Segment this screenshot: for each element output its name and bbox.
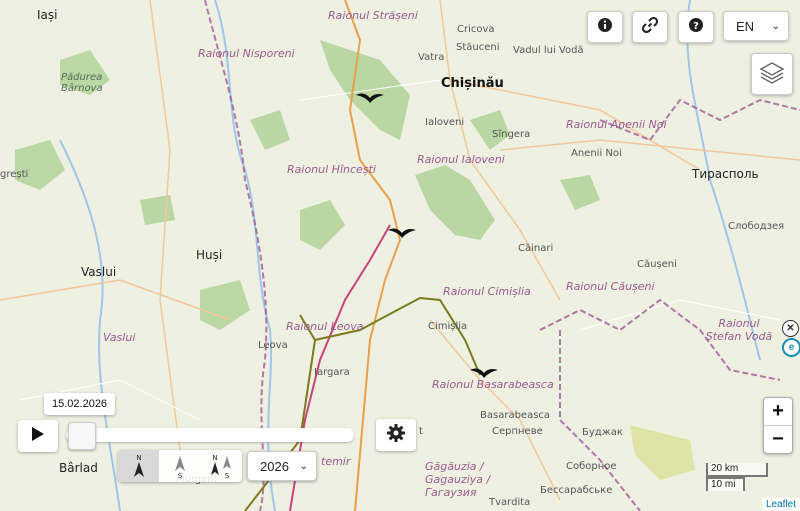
scale-metric: 20 km	[706, 463, 768, 477]
map-label-tvardita: Tvardita	[489, 497, 531, 508]
direction-south-button[interactable]: S	[159, 450, 200, 482]
link-icon	[641, 16, 659, 38]
map-label-barlad: Bârlad	[59, 461, 98, 475]
map-label-cimislia: Cimișlia	[428, 321, 468, 332]
gear-icon	[386, 423, 406, 448]
svg-text:N: N	[136, 454, 141, 462]
map-label-raionul-straseni: Raionul Strășeni	[328, 9, 418, 22]
zoom-control: + −	[763, 397, 793, 454]
map-label-iasi: Iași	[37, 8, 58, 22]
map-label-vaslui-county: Vaslui	[103, 331, 136, 344]
map-label-stauceni: Stăuceni	[456, 42, 500, 53]
map-label-raionul-basarabeasca: Raionul Basarabeasca	[432, 378, 554, 391]
direction-north-button[interactable]: N	[118, 450, 160, 482]
layers-button[interactable]	[751, 53, 793, 95]
help-button[interactable]: ?	[678, 11, 714, 43]
map-label-raionul-leova: Raionul Leova	[286, 320, 364, 333]
map-label-besarabske: Бессарабське	[540, 485, 613, 496]
current-date-label: 15.02.2026	[44, 393, 116, 415]
chevron-down-icon: ⌄	[771, 20, 780, 32]
map-label-raionul-causeni: Raionul Căușeni	[566, 280, 655, 293]
link-button[interactable]	[632, 11, 668, 43]
info-icon	[597, 17, 613, 38]
settings-button[interactable]	[376, 419, 416, 451]
map-label-leova: Leova	[258, 340, 288, 351]
map-label-husi: Huși	[196, 248, 223, 262]
direction-toggle-group: N S NS	[118, 450, 242, 482]
info-button[interactable]	[587, 11, 623, 43]
scale-bar: 20 km 10 mi	[706, 463, 768, 491]
map-label-gresti: grești	[0, 169, 29, 180]
play-icon	[31, 426, 45, 447]
svg-text:N: N	[213, 454, 218, 462]
map-label-cantemir: temir	[321, 455, 351, 468]
map-label-basarabeasca: Basarabeasca	[480, 410, 551, 421]
map-label-raionul-anenii-noi: Raionul Anenii Noi	[566, 118, 667, 131]
map-label-iargara: Iargara	[314, 367, 350, 378]
help-icon: ?	[688, 17, 704, 38]
year-select[interactable]: 2026 ⌄	[247, 451, 317, 481]
direction-both-button[interactable]: NS	[201, 450, 242, 482]
map-label-sobornoe: Соборное	[566, 461, 617, 472]
map-label-anenii-noi: Anenii Noi	[571, 148, 622, 159]
language-value: EN	[736, 18, 755, 34]
year-value: 2026	[260, 458, 289, 474]
map-label-vadul-lui-voda: Vadul lui Vodă	[513, 45, 584, 56]
map-label-chisinau: Chișinău	[441, 76, 504, 91]
play-button[interactable]	[18, 420, 58, 452]
chevron-down-icon: ⌄	[299, 460, 308, 472]
map-label-raionul-hincesti: Raionul Hîncești	[287, 163, 376, 176]
layers-icon	[759, 59, 785, 90]
map-label-padurea-barnova: Pădurea Bârnova	[61, 72, 103, 94]
map-label-tiraspol: Тирасполь	[692, 167, 759, 181]
e-badge-icon[interactable]: e	[782, 338, 800, 357]
map-label-cainari: Căinari	[518, 243, 554, 254]
map-label-causeni: Căușeni	[637, 259, 677, 270]
map-label-budzhak: Буджак	[582, 427, 623, 438]
timeline-slider-handle[interactable]	[68, 422, 96, 450]
map-label-gagauzia: Găgăuzia / Gagauziya / Гагаузия	[425, 460, 491, 499]
map-label-sernevo: Серпневе	[492, 426, 543, 437]
map-label-raionul-ialoveni: Raionul Ialoveni	[417, 153, 505, 166]
map-label-raionul-cimislia: Raionul Cimișlia	[443, 285, 531, 298]
close-circle-icon[interactable]: ✕	[782, 320, 799, 337]
bird-marker-2	[388, 228, 416, 238]
svg-text:?: ?	[693, 21, 699, 32]
language-select[interactable]: EN ⌄	[723, 11, 789, 41]
zoom-in-button[interactable]: +	[764, 398, 792, 425]
zoom-out-button[interactable]: −	[764, 425, 792, 453]
scale-imperial: 10 mi	[706, 477, 745, 491]
svg-text:S: S	[225, 472, 230, 479]
map-label-vaslui-city: Vaslui	[81, 265, 117, 279]
map-label-vatra: Vatra	[418, 52, 445, 63]
timeline-track[interactable]	[66, 428, 354, 442]
map-label-ialoveni: Ialoveni	[425, 117, 465, 128]
map-label-comrat-t: t	[419, 426, 423, 437]
map-label-slobodzeya: Слободзея	[728, 221, 785, 232]
map-label-raionul-stefan-voda: Raionul Ștefan Vodă	[705, 317, 773, 343]
map-label-raionul-nisporeni: Raionul Nisporeni	[198, 47, 295, 60]
map-label-cricova: Cricova	[457, 24, 495, 35]
svg-text:S: S	[178, 472, 183, 479]
map-label-singera: Sîngera	[492, 129, 531, 140]
attribution-link[interactable]: Leaflet	[761, 498, 800, 511]
